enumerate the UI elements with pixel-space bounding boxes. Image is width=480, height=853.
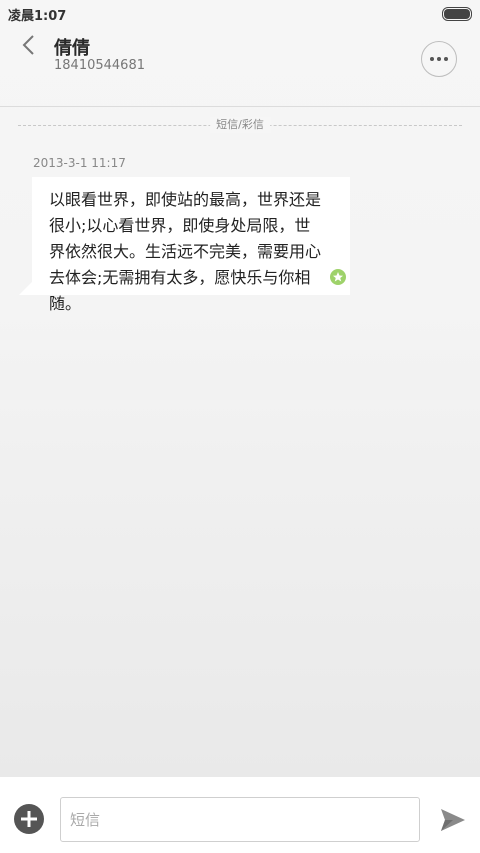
status-time: 凌晨1:07 (8, 9, 67, 24)
bubble-tail (19, 282, 32, 295)
conversation-header: 倩倩 18410544681 (0, 28, 480, 107)
sent-star-icon (330, 269, 346, 285)
more-dots-icon (430, 57, 448, 61)
contact-name: 倩倩 (54, 38, 90, 59)
message-input[interactable] (60, 797, 420, 842)
thread-type-divider: 短信/彩信 (18, 117, 462, 135)
chevron-left-icon (22, 35, 34, 55)
back-button[interactable] (14, 30, 44, 60)
contact-number: 18410544681 (54, 58, 145, 73)
battery-fill (444, 9, 470, 19)
message-bubble[interactable]: 以眼看世界，即使站的最高，世界还是很小;以心看世界，即使身处局限，世界依然很大。… (32, 177, 350, 313)
status-bar: 凌晨1:07 (0, 0, 480, 28)
composer-bar (0, 777, 480, 853)
plus-icon (21, 811, 37, 827)
send-button[interactable] (439, 807, 467, 833)
send-icon (441, 809, 465, 831)
divider-label: 短信/彩信 (210, 117, 270, 133)
add-attachment-button[interactable] (14, 804, 44, 834)
star-glyph (333, 272, 343, 282)
message-text: 以眼看世界，即使站的最高，世界还是很小;以心看世界，即使身处局限，世界依然很大。… (49, 190, 322, 313)
battery-icon (442, 7, 472, 21)
message-timestamp: 2013-3-1 11:17 (33, 156, 126, 170)
more-button[interactable] (421, 41, 457, 77)
